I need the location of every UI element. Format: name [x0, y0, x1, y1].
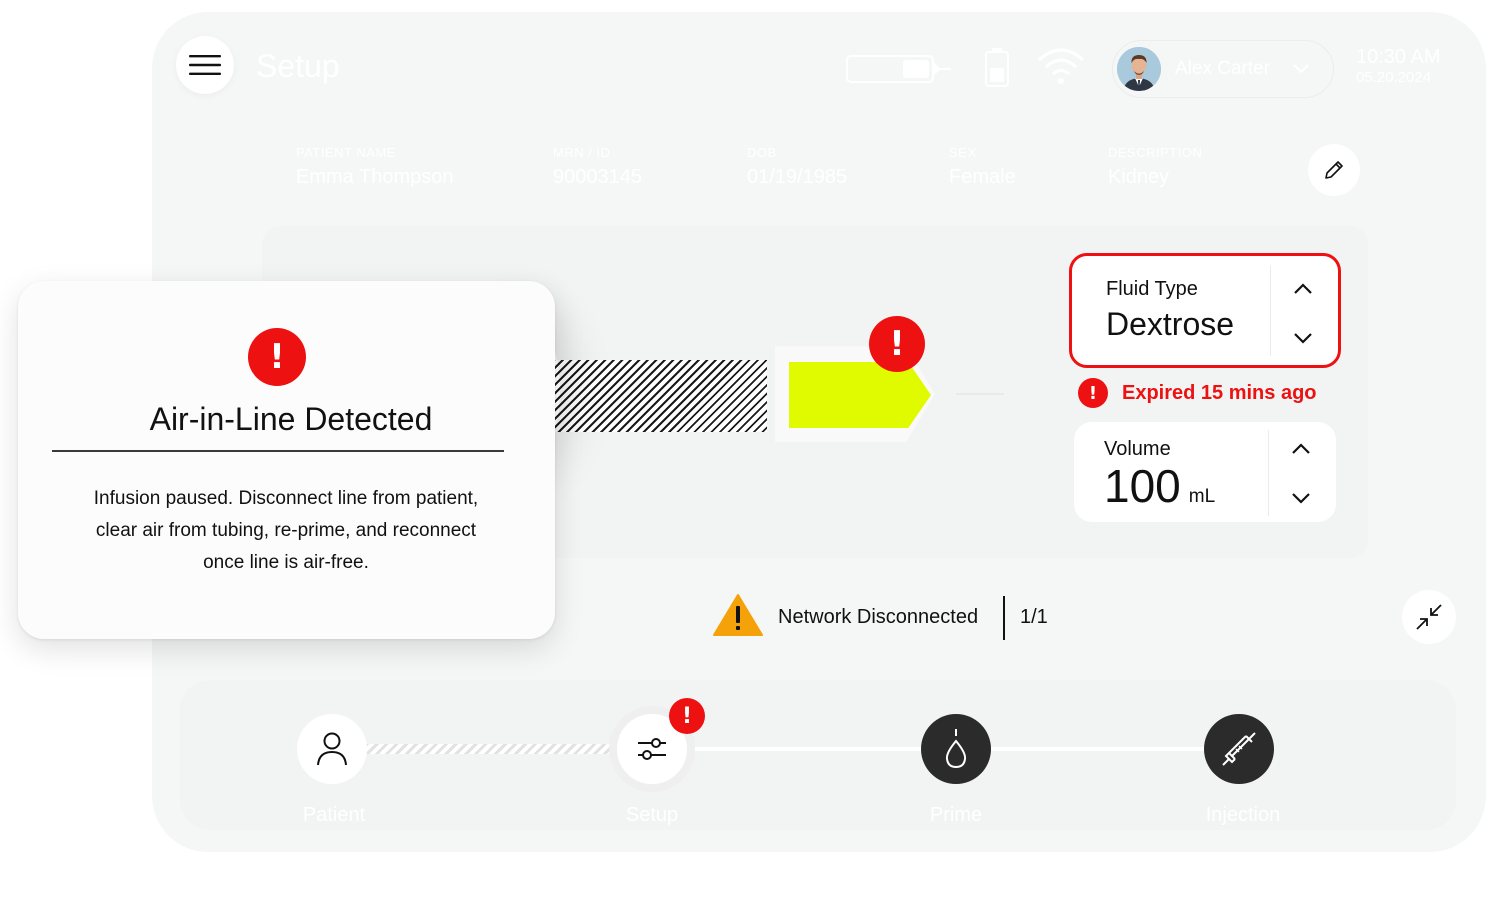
hamburger-icon	[189, 55, 221, 75]
dob-value: 01/19/1985	[747, 166, 848, 188]
power-plug-icon	[985, 48, 1009, 87]
mrn-label: MRN / ID	[553, 145, 611, 160]
fluid-type-down-button[interactable]	[1283, 323, 1323, 353]
volume-selector[interactable]: Volume 100 mL	[1074, 422, 1336, 522]
user-photo	[1117, 47, 1161, 91]
chevron-down-icon	[1293, 64, 1309, 74]
chevron-down-icon	[1294, 333, 1312, 344]
air-in-line-alert-dialog: ! Air-in-Line Detected Infusion paused. …	[18, 281, 555, 639]
wifi-icon	[1037, 48, 1085, 84]
fluid-type-value: Dextrose	[1106, 306, 1235, 342]
chevron-up-icon	[1294, 283, 1312, 294]
volume-down-button[interactable]	[1281, 483, 1321, 513]
alert-title: Air-in-Line Detected	[149, 401, 433, 437]
dob-label: DOB	[747, 145, 777, 160]
user-name: Alex Carter	[1175, 58, 1271, 79]
mrn-value: 90003145	[553, 166, 642, 188]
sex-value: Female	[949, 166, 1016, 188]
infusion-pump-screen: Setup Alex Carter 10:30 AM 05.20.2024 PA…	[0, 0, 1498, 910]
sex-label: SEX	[949, 145, 977, 160]
chevron-down-icon	[1292, 493, 1310, 504]
alert-divider	[52, 450, 504, 452]
alert-exclamation-icon: !	[248, 328, 306, 386]
expired-text: Expired 15 mins ago	[1122, 381, 1317, 404]
volume-value: 100	[1104, 460, 1181, 512]
step-injection-button[interactable]	[1204, 714, 1274, 784]
patient-name-field: PATIENT NAME Emma Thompson	[296, 144, 453, 192]
flow-line	[956, 393, 1004, 395]
network-message: Network Disconnected	[778, 606, 979, 628]
clock: 10:30 AM 05.20.2024	[1356, 46, 1441, 88]
edit-patient-button[interactable]	[1308, 144, 1360, 196]
expired-warning: ! Expired 15 mins ago	[1078, 378, 1317, 408]
avatar	[1117, 47, 1161, 91]
pencil-icon	[1325, 161, 1343, 179]
clock-date: 05.20.2024	[1356, 69, 1432, 86]
air-alert-badge[interactable]: !	[869, 316, 925, 372]
patient-name-value: Emma Thompson	[296, 166, 454, 188]
step-setup-label: Setup	[625, 804, 679, 826]
fluid-type-selector[interactable]: Fluid Type Dextrose	[1069, 253, 1341, 368]
warning-triangle-icon	[713, 594, 763, 636]
mrn-field: MRN / ID 90003145	[553, 144, 642, 192]
user-menu[interactable]: Alex Carter	[1112, 40, 1334, 98]
chevron-up-icon	[1292, 443, 1310, 454]
patient-name-label: PATIENT NAME	[296, 145, 396, 160]
progress-completed-segment	[355, 744, 615, 754]
screen-title: Setup	[256, 48, 340, 84]
minimize-button[interactable]	[1402, 590, 1456, 644]
flow-direction-arrow	[789, 362, 931, 428]
step-prime-button[interactable]	[921, 714, 991, 784]
sliders-icon	[638, 738, 666, 760]
syringe-icon	[1222, 732, 1256, 766]
stepper-divider	[1270, 266, 1271, 356]
step-patient-button[interactable]	[297, 714, 367, 784]
description-label: DESCRIPTION	[1108, 145, 1203, 160]
description-value: Kidney	[1108, 166, 1170, 188]
battery-icon	[846, 55, 951, 83]
dob-field: DOB 01/19/1985	[747, 144, 847, 192]
volume-value-group: 100 mL	[1104, 458, 1215, 525]
step-injection-label: Injection	[1205, 804, 1281, 826]
step-patient-label: Patient	[302, 804, 366, 826]
exclamation-icon: !	[889, 324, 905, 364]
minimize-icon	[1416, 604, 1442, 630]
description-field: DESCRIPTION Kidney	[1108, 144, 1202, 192]
alert-message: Infusion paused. Disconnect line from pa…	[93, 488, 479, 573]
network-divider	[1003, 596, 1005, 640]
clock-time: 10:30 AM	[1356, 46, 1441, 68]
step-prime-label: Prime	[929, 804, 983, 826]
setup-alert-badge: !	[669, 698, 705, 734]
stepper-divider	[1268, 430, 1269, 516]
tubing-air-segment	[553, 360, 767, 432]
menu-button[interactable]	[176, 36, 234, 94]
fluid-type-label: Fluid Type	[1106, 278, 1198, 300]
error-icon: !	[1078, 378, 1108, 408]
volume-up-button[interactable]	[1281, 434, 1321, 464]
fluid-type-up-button[interactable]	[1283, 274, 1323, 304]
sex-field: SEX Female	[949, 144, 1016, 192]
drop-icon	[945, 729, 967, 769]
volume-unit: mL	[1188, 486, 1216, 507]
network-alert-count: 1/1	[1020, 606, 1048, 628]
person-icon	[317, 732, 347, 766]
